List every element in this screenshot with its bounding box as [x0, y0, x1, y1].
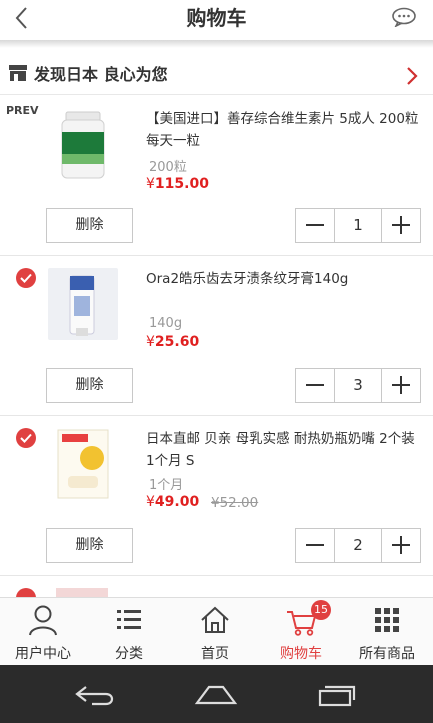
- header-shadow: [0, 40, 433, 48]
- list-icon: [117, 610, 141, 629]
- delete-button[interactable]: 删除: [46, 208, 133, 243]
- quantity-stepper: 1: [295, 208, 421, 243]
- cart-item: PREV 【美国进口】善存综合维生素片 5成人 200粒 每天一粒 200粒 ¥…: [0, 96, 433, 256]
- prev-label: PREV: [6, 104, 39, 117]
- product-image[interactable]: [48, 268, 118, 340]
- tab-label: 分类: [115, 646, 143, 662]
- delete-button[interactable]: 删除: [46, 368, 133, 403]
- header-bar: 购物车: [0, 0, 433, 40]
- store-name: 发现日本 良心为您: [34, 65, 168, 84]
- bottom-tab-bar: 用户中心 分类 首页 15 购物车 所有商品: [0, 597, 433, 665]
- product-image[interactable]: [48, 108, 118, 180]
- decrease-button[interactable]: [296, 369, 334, 402]
- checked-checkbox[interactable]: [16, 428, 36, 448]
- tab-cart[interactable]: 15 购物车: [258, 598, 344, 666]
- home-icon: [201, 606, 229, 633]
- product-spec: 200粒: [149, 160, 187, 175]
- increase-button[interactable]: [382, 529, 420, 562]
- product-image[interactable]: [48, 428, 118, 500]
- cart-item: 日本直邮 贝亲 母乳实感 耐热奶瓶奶嘴 2个装 1个月 S 1个月 ¥49.00…: [0, 416, 433, 576]
- tab-all-products[interactable]: 所有商品: [344, 598, 430, 666]
- product-image: [56, 588, 108, 597]
- grid-icon: [375, 608, 399, 632]
- tab-label: 首页: [201, 646, 229, 662]
- quantity-input[interactable]: 2: [334, 529, 382, 562]
- original-price: ¥52.00: [211, 495, 259, 511]
- increase-button[interactable]: [382, 369, 420, 402]
- quantity-input[interactable]: 3: [334, 369, 382, 402]
- tab-category[interactable]: 分类: [86, 598, 172, 666]
- delete-button[interactable]: 删除: [46, 528, 133, 563]
- decrease-button[interactable]: [296, 209, 334, 242]
- cart-item-partial: [0, 576, 433, 597]
- checked-checkbox[interactable]: [16, 268, 36, 288]
- page-title: 购物车: [186, 6, 247, 30]
- check-icon: [20, 273, 32, 283]
- cart-count-badge: 15: [311, 600, 331, 620]
- product-price: ¥25.60: [146, 334, 200, 350]
- tab-label: 所有商品: [359, 646, 415, 662]
- chevron-right-icon[interactable]: [405, 66, 419, 86]
- quantity-stepper: 2: [295, 528, 421, 563]
- system-back-icon[interactable]: [72, 683, 118, 707]
- tab-label: 用户中心: [15, 646, 71, 662]
- store-header[interactable]: 发现日本 良心为您: [0, 55, 433, 95]
- product-spec: 140g: [149, 316, 183, 331]
- tab-home[interactable]: 首页: [172, 598, 258, 666]
- cart-item: Ora2皓乐齿去牙渍条纹牙膏140g 140g ¥25.60 删除 3: [0, 256, 433, 416]
- product-title[interactable]: Ora2皓乐齿去牙渍条纹牙膏140g: [146, 268, 421, 290]
- product-title[interactable]: 日本直邮 贝亲 母乳实感 耐热奶瓶奶嘴 2个装 1个月 S: [146, 428, 421, 472]
- product-price: ¥115.00: [146, 176, 209, 192]
- system-home-icon[interactable]: [193, 683, 239, 707]
- user-icon: [29, 605, 57, 636]
- checked-checkbox[interactable]: [16, 588, 36, 597]
- tab-user-center[interactable]: 用户中心: [0, 598, 86, 666]
- system-recent-apps-icon[interactable]: [314, 683, 360, 707]
- product-title[interactable]: 【美国进口】善存综合维生素片 5成人 200粒 每天一粒: [146, 108, 421, 152]
- decrease-button[interactable]: [296, 529, 334, 562]
- increase-button[interactable]: [382, 209, 420, 242]
- quantity-input[interactable]: 1: [334, 209, 382, 242]
- message-icon[interactable]: [391, 7, 417, 27]
- check-icon: [20, 433, 32, 443]
- product-spec: 1个月: [149, 478, 184, 493]
- system-navigation-bar: [0, 665, 433, 723]
- tab-label: 购物车: [280, 646, 322, 662]
- shop-icon: [9, 65, 27, 81]
- product-price: ¥49.00: [146, 494, 200, 510]
- quantity-stepper: 3: [295, 368, 421, 403]
